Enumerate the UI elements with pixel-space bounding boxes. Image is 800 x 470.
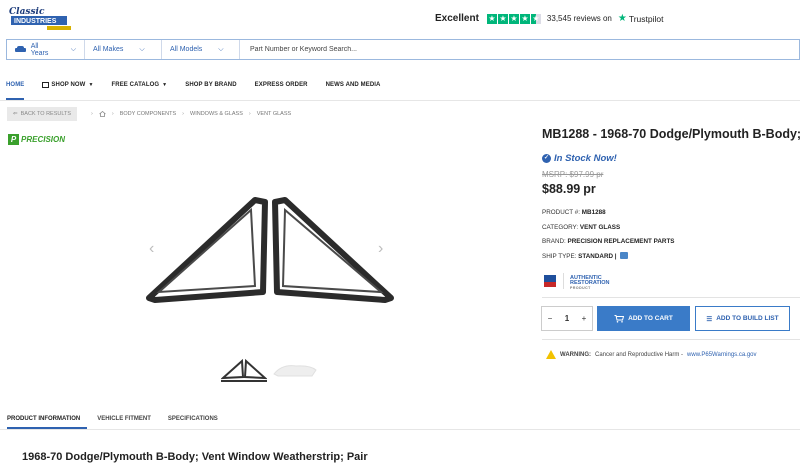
trustpilot-logo: ★ Trustpilot — [617, 13, 664, 24]
back-arrow-icon: ⇐ — [13, 111, 18, 117]
spec-ship-type: SHIP TYPE: STANDARD | — [542, 252, 629, 260]
product-thumbnail[interactable] — [272, 362, 318, 378]
product-main-image[interactable] — [145, 192, 395, 304]
divider — [0, 100, 800, 101]
nav-free-catalog[interactable]: FREE CATALOG ▼ — [112, 82, 168, 88]
nav-home[interactable]: HOME — [6, 82, 24, 88]
search-input[interactable] — [240, 46, 799, 53]
star-icon: ★ — [486, 13, 497, 24]
divider — [542, 339, 800, 340]
stock-status: ✓ In Stock Now! — [542, 153, 617, 164]
back-to-results-button[interactable]: ⇐ BACK TO RESULTS — [7, 107, 78, 121]
prop65-warning: WARNING: Cancer and Reproductive Harm - … — [546, 350, 757, 359]
p65-warnings-link[interactable]: www.P65Warnings.ca.gov — [687, 352, 756, 358]
chevron-down-icon: ⌵ — [70, 45, 76, 53]
increase-quantity-button[interactable]: + — [576, 314, 592, 323]
nav-shop-by-brand[interactable]: SHOP BY BRAND — [185, 82, 236, 88]
make-select[interactable]: All Makes ⌵ — [85, 40, 162, 59]
list-icon: ☰ — [706, 315, 713, 323]
chevron-right-icon: › — [248, 111, 251, 117]
star-icon: ★ — [497, 13, 508, 24]
divider — [542, 297, 800, 298]
car-icon — [15, 46, 26, 53]
spec-category: CATEGORY: VENT GLASS — [542, 224, 621, 231]
trustpilot-star-icon: ★ — [617, 13, 627, 24]
chevron-right-icon: › — [182, 111, 185, 117]
breadcrumb: ⇐ BACK TO RESULTS › › BODY COMPONENTS › … — [7, 107, 291, 121]
chevron-down-icon: ⌵ — [218, 45, 224, 53]
breadcrumb-body-components[interactable]: BODY COMPONENTS — [120, 111, 176, 117]
cart-icon — [614, 314, 625, 323]
chevron-down-icon: ⌵ — [139, 45, 145, 53]
shipping-box-icon[interactable] — [620, 252, 629, 259]
msrp-price: MSRP: $97.99 pr — [542, 170, 604, 179]
home-icon[interactable] — [99, 110, 106, 117]
quantity-stepper: − 1 + — [541, 306, 593, 331]
precision-brand-logo[interactable]: P PRECISION — [8, 134, 65, 145]
quantity-value[interactable]: 1 — [559, 314, 575, 323]
chevron-down-icon: ▼ — [88, 82, 94, 88]
nav-shop-now[interactable]: SHOP NOW ▼ — [42, 82, 93, 88]
warning-icon — [546, 350, 556, 359]
star-icon: ★ — [508, 13, 519, 24]
tab-vehicle-fitment[interactable]: VEHICLE FITMENT — [97, 416, 151, 422]
chevron-right-icon: › — [91, 111, 93, 117]
trustpilot-rating[interactable]: Excellent ★ ★ ★ ★ ★ 33,545 reviews on ★ … — [435, 13, 663, 24]
spec-brand: BRAND: PRECISION REPLACEMENT PARTS — [542, 238, 675, 245]
check-circle-icon: ✓ — [542, 154, 551, 163]
chevron-right-icon: › — [111, 111, 114, 117]
precision-mark-icon: P — [8, 134, 19, 145]
decrease-quantity-button[interactable]: − — [542, 314, 558, 323]
svg-text:INDUSTRIES: INDUSTRIES — [14, 18, 57, 25]
site-logo[interactable]: Classic INDUSTRIES — [7, 4, 73, 32]
model-select[interactable]: All Models ⌵ — [162, 40, 240, 59]
authentic-restoration-badge: AUTHENTIC RESTORATION PRODUCT — [570, 275, 610, 290]
nav-news-media[interactable]: NEWS AND MEDIA — [326, 82, 381, 88]
star-icon: ★ — [519, 13, 530, 24]
product-title: MB1288 - 1968-70 Dodge/Plymouth B-Body; — [542, 127, 800, 141]
chevron-down-icon: ▼ — [162, 82, 168, 88]
sale-price: $88.99 pr — [542, 182, 596, 196]
breadcrumb-windows-glass[interactable]: WINDOWS & GLASS — [190, 111, 243, 117]
add-to-build-list-button[interactable]: ☰ ADD TO BUILD LIST — [695, 306, 790, 331]
main-nav: HOME SHOP NOW ▼ FREE CATALOG ▼ SHOP BY B… — [6, 82, 398, 88]
half-star-icon: ★ — [530, 13, 541, 24]
divider — [0, 429, 800, 430]
shopping-bag-icon — [42, 82, 50, 88]
divider — [563, 273, 564, 289]
breadcrumb-vent-glass[interactable]: VENT GLASS — [257, 111, 291, 117]
tab-product-information[interactable]: PRODUCT INFORMATION — [7, 416, 80, 422]
vehicle-search-bar: All Years ⌵ All Makes ⌵ All Models ⌵ — [6, 39, 800, 60]
review-count: 33,545 reviews on — [546, 14, 612, 23]
mopar-badge-icon — [543, 274, 557, 288]
rating-word: Excellent — [435, 13, 479, 24]
product-thumbnail[interactable] — [220, 358, 268, 382]
product-description-title: 1968-70 Dodge/Plymouth B-Body; Vent Wind… — [22, 451, 368, 463]
tab-specifications[interactable]: SPECIFICATIONS — [168, 416, 218, 422]
rating-stars: ★ ★ ★ ★ ★ — [486, 13, 541, 24]
svg-text:Classic: Classic — [9, 7, 45, 17]
spec-product-number: PRODUCT #: MB1288 — [542, 209, 606, 216]
year-select[interactable]: All Years ⌵ — [7, 40, 85, 59]
product-tabs: PRODUCT INFORMATION VEHICLE FITMENT SPEC… — [7, 416, 235, 422]
add-to-cart-button[interactable]: ADD TO CART — [597, 306, 690, 331]
nav-express-order[interactable]: EXPRESS ORDER — [255, 82, 308, 88]
